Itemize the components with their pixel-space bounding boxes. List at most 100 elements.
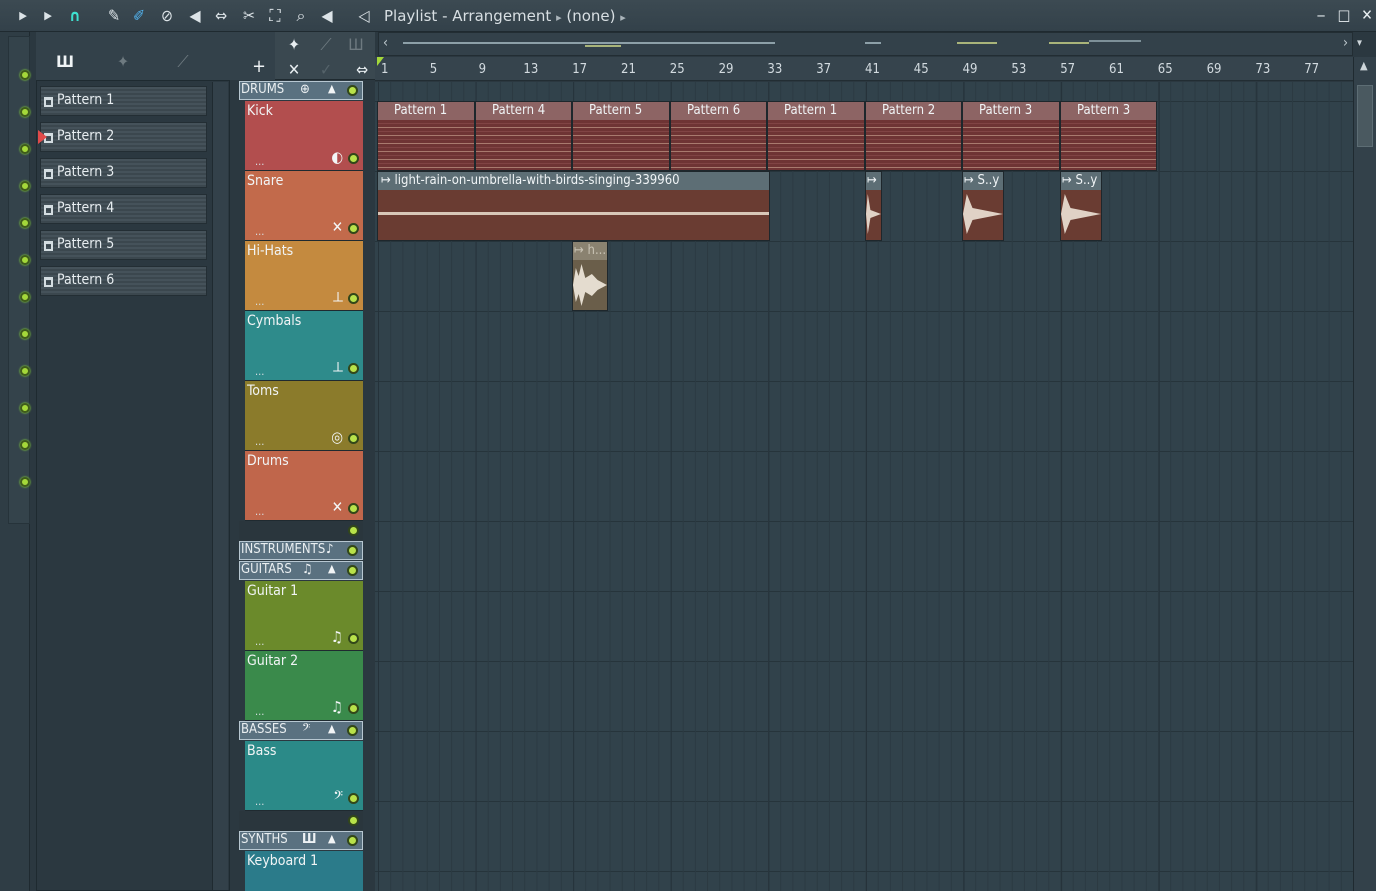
collapse-arrow-icon[interactable]: ▲ — [328, 562, 336, 575]
collapse-arrow-icon[interactable]: ▶ — [15, 6, 31, 26]
group-led[interactable] — [347, 85, 358, 96]
track-led[interactable] — [20, 70, 30, 80]
track-led[interactable] — [20, 144, 30, 154]
track-keyboard-1[interactable]: Keyboard 1 — [245, 851, 363, 891]
pattern-clip[interactable]: Pattern 2 — [865, 101, 962, 171]
group-basses[interactable]: BASSES 𝄢 ▲ — [239, 721, 363, 740]
pencil-icon[interactable]: ✎ — [104, 6, 124, 26]
track-bass[interactable]: Bass... 𝄢 — [245, 741, 363, 811]
track-led[interactable] — [348, 793, 359, 804]
pattern-clip[interactable]: Pattern 1 — [377, 101, 475, 171]
audio-clip-icon[interactable]: ✦ — [112, 52, 134, 71]
audio-clip[interactable]: ↦ — [865, 171, 882, 241]
picker-item-pattern-6[interactable]: Pattern 6 — [40, 266, 207, 296]
track-hihats[interactable]: Hi-Hats... ⟂ — [245, 241, 363, 311]
scroll-thumb[interactable] — [1357, 85, 1373, 147]
track-snare[interactable]: Snare... ✕ — [245, 171, 363, 241]
pattern-clip[interactable]: Pattern 4 — [475, 101, 572, 171]
track-led[interactable] — [20, 403, 30, 413]
vertical-scrollbar[interactable]: ▲ — [1353, 57, 1376, 891]
track-guitar-2[interactable]: Guitar 2... ♫ — [245, 651, 363, 721]
delete-icon[interactable]: ⊘ — [156, 6, 178, 26]
picker-item-pattern-2[interactable]: Pattern 2 — [40, 122, 207, 152]
speaker-icon[interactable]: ◁ — [352, 6, 376, 26]
picker-item-pattern-5[interactable]: Pattern 5 — [40, 230, 207, 260]
track-drums[interactable]: Drums... ✕ — [245, 451, 363, 521]
group-led[interactable] — [347, 835, 358, 846]
track-led[interactable] — [20, 440, 30, 450]
piano-roll-icon[interactable]: Ш — [54, 52, 76, 71]
group-synths[interactable]: SYNTHS Ш ▲ — [239, 831, 363, 850]
track-led[interactable] — [20, 477, 30, 487]
pattern-clip[interactable]: Pattern 3 — [1060, 101, 1157, 171]
play-icon[interactable]: ▶ — [40, 6, 56, 26]
picker-item-pattern-4[interactable]: Pattern 4 — [40, 194, 207, 224]
track-led[interactable] — [348, 703, 359, 714]
slip-icon[interactable]: ⇔ — [210, 6, 232, 26]
picker-item-pattern-1[interactable]: Pattern 1 — [40, 86, 207, 116]
audio-clip[interactable]: ↦ S..y — [1060, 171, 1102, 241]
add-pattern-icon[interactable]: + — [248, 56, 270, 77]
pattern-clip[interactable]: Pattern 5 — [572, 101, 670, 171]
group-led[interactable] — [347, 725, 358, 736]
paint-icon[interactable]: ✐ — [129, 6, 149, 26]
collapse-arrow-icon[interactable]: ▲ — [328, 722, 336, 735]
track-led[interactable] — [348, 153, 359, 164]
track-led[interactable] — [348, 293, 359, 304]
automation-tool-icon[interactable]: ⟋ — [315, 35, 337, 55]
current-pattern[interactable]: (none) — [566, 7, 615, 25]
group-led[interactable] — [348, 815, 359, 826]
track-led[interactable] — [348, 433, 359, 444]
track-led[interactable] — [20, 292, 30, 302]
track-led[interactable] — [348, 503, 359, 514]
zoom-icon[interactable]: ⌕ — [290, 6, 312, 26]
check-tool-icon[interactable]: ✓ — [315, 60, 337, 79]
scroll-up-icon[interactable]: ▲ — [1360, 59, 1368, 72]
track-guitar-1[interactable]: Guitar 1... ♫ — [245, 581, 363, 651]
automation-icon[interactable]: ⟋ — [172, 52, 194, 72]
slice-icon[interactable]: ✂ — [238, 6, 260, 26]
maximize-icon[interactable]: □ — [1334, 5, 1354, 25]
magnet-icon[interactable]: ∩ — [64, 6, 86, 26]
select-icon[interactable]: ⛶ — [264, 6, 286, 26]
fit-tool-icon[interactable]: ⇔ — [351, 60, 373, 79]
close-tool-icon[interactable]: ✕ — [283, 60, 305, 79]
playback-icon[interactable]: ◀ — [316, 6, 338, 26]
audio-clip[interactable]: ↦ S..y — [962, 171, 1004, 241]
collapse-arrow-icon[interactable]: ▲ — [328, 82, 336, 95]
pattern-clip[interactable]: Pattern 1 — [767, 101, 865, 171]
wave-tool-icon[interactable]: ✦ — [283, 35, 305, 54]
collapse-arrow-icon[interactable]: ▲ — [328, 832, 336, 845]
track-led[interactable] — [20, 255, 30, 265]
scroll-left-icon[interactable]: ‹ — [383, 35, 388, 51]
group-instruments[interactable]: INSTRUMENTS ♪ — [239, 541, 363, 560]
track-led[interactable] — [20, 107, 30, 117]
group-led[interactable] — [347, 565, 358, 576]
picker-scrollbar[interactable] — [212, 82, 228, 890]
mute-icon[interactable]: ◀ — [184, 6, 206, 26]
group-led[interactable] — [348, 525, 359, 536]
track-led[interactable] — [20, 329, 30, 339]
audio-clip[interactable]: ↦ h... — [572, 241, 608, 311]
overview-options-icon[interactable]: ▾ — [1357, 36, 1362, 49]
track-led[interactable] — [20, 181, 30, 191]
track-led[interactable] — [20, 366, 30, 376]
track-led[interactable] — [348, 223, 359, 234]
track-cymbals[interactable]: Cymbals... ⟂ — [245, 311, 363, 381]
group-drums[interactable]: DRUMS ⊕ ▲ — [239, 81, 363, 100]
group-led[interactable] — [347, 545, 358, 556]
scroll-right-icon[interactable]: › — [1343, 35, 1348, 51]
track-led[interactable] — [20, 218, 30, 228]
close-icon[interactable]: ✕ — [1357, 5, 1376, 25]
minimize-icon[interactable]: ‒ — [1311, 5, 1331, 25]
piano-tool-icon[interactable]: Ш — [345, 35, 367, 54]
pattern-clip[interactable]: Pattern 3 — [962, 101, 1060, 171]
track-led[interactable] — [348, 633, 359, 644]
timeline-ruler[interactable]: 1 5 9 13 17 21 25 29 33 37 41 45 49 53 57 61 65 69 73 77 — [375, 57, 1353, 81]
track-kick[interactable]: Kick... ◐ — [245, 101, 363, 171]
group-guitars[interactable]: GUITARS ♫ ▲ — [239, 561, 363, 580]
audio-clip[interactable]: ↦ light-rain-on-umbrella-with-birds-sing… — [377, 171, 770, 241]
overview-scrollbar[interactable]: ‹ › — [378, 32, 1353, 56]
track-toms[interactable]: Toms... ◎ — [245, 381, 363, 451]
pattern-clip[interactable]: Pattern 6 — [670, 101, 767, 171]
